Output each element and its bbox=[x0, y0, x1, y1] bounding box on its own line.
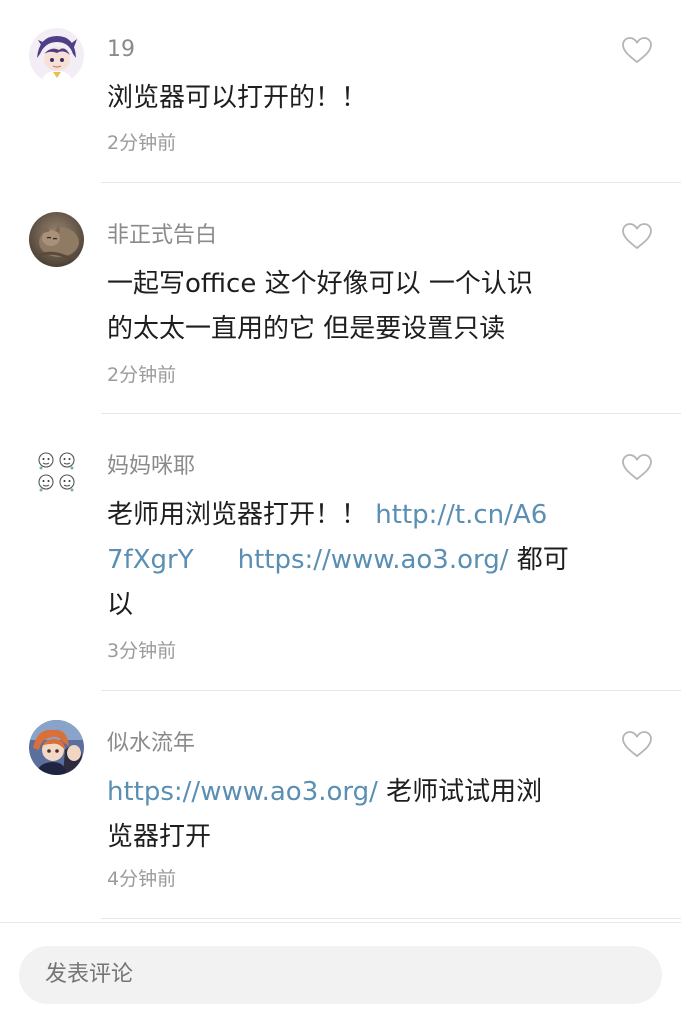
comment-timestamp: 4分钟前 bbox=[107, 868, 177, 890]
comment-link[interactable]: 7fXgrY bbox=[107, 545, 194, 575]
comment-link[interactable]: https://www.ao3.org/ bbox=[107, 777, 378, 807]
comment-username[interactable]: 妈妈咪耶 bbox=[107, 454, 195, 480]
comment-text-line: 老师用浏览器打开！！ http://t.cn/A6 bbox=[107, 493, 597, 538]
comment-username[interactable]: 19 bbox=[107, 37, 135, 63]
heart-outline-icon[interactable] bbox=[621, 730, 653, 758]
comment-username[interactable]: 非正式告白 bbox=[107, 223, 217, 249]
comment-divider bbox=[101, 918, 681, 919]
comment-text-line: 览器打开 bbox=[107, 815, 597, 860]
comment-text: 都可 bbox=[508, 545, 569, 575]
comment-text-line: 一起写office 这个好像可以 一个认识 bbox=[107, 262, 597, 307]
anime-character-orange-hair-avatar[interactable] bbox=[29, 720, 84, 775]
comment-timestamp: 2分钟前 bbox=[107, 364, 177, 386]
heart-outline-icon[interactable] bbox=[621, 222, 653, 250]
comment-text: 以 bbox=[107, 590, 134, 620]
comment-divider bbox=[101, 182, 681, 183]
comment-link[interactable]: http://t.cn/A6 bbox=[375, 500, 547, 530]
cartoon-faces-grid-avatar[interactable] bbox=[29, 443, 84, 498]
comment-username[interactable]: 似水流年 bbox=[107, 731, 195, 757]
comment-body: 一起写office 这个好像可以 一个认识 的太太一直用的它 但是要设置只读 bbox=[107, 262, 597, 352]
heart-outline-icon[interactable] bbox=[621, 36, 653, 64]
comment-text-line: 的太太一直用的它 但是要设置只读 bbox=[107, 307, 597, 352]
comment-body: 浏览器可以打开的！！ bbox=[107, 76, 597, 121]
comment-text: 浏览器可以打开的！！ bbox=[107, 83, 368, 113]
heart-outline-icon[interactable] bbox=[621, 453, 653, 481]
comment-link[interactable]: https://www.ao3.org/ bbox=[238, 545, 509, 575]
comment-text-line: 7fXgrY https://www.ao3.org/ 都可 bbox=[107, 538, 597, 583]
comment-text-line: https://www.ao3.org/ 老师试试用浏 bbox=[107, 770, 597, 815]
comment-input[interactable] bbox=[19, 946, 662, 1004]
comment-text-line: 以 bbox=[107, 583, 597, 628]
comment-timestamp: 2分钟前 bbox=[107, 132, 177, 154]
comment-divider bbox=[101, 413, 681, 414]
comment-text: 一起写office 这个好像可以 一个认识 bbox=[107, 269, 533, 299]
comment-divider bbox=[101, 690, 681, 691]
comment-timestamp: 3分钟前 bbox=[107, 640, 177, 662]
comment-text-line: 浏览器可以打开的！！ bbox=[107, 76, 597, 121]
anime-character-purple-hair-avatar[interactable] bbox=[29, 28, 84, 83]
comment-text: 览器打开 bbox=[107, 822, 212, 852]
comment-text: 的太太一直用的它 但是要设置只读 bbox=[107, 314, 506, 344]
cat-photo-avatar[interactable] bbox=[29, 212, 84, 267]
comment-text: 老师试试用浏 bbox=[377, 777, 543, 807]
comment-body: 老师用浏览器打开！！ http://t.cn/A6 7fXgrY https://w… bbox=[107, 493, 597, 628]
comment-body: https://www.ao3.org/ 老师试试用浏览器打开 bbox=[107, 770, 597, 860]
comment-text: 老师用浏览器打开！！ bbox=[107, 500, 376, 530]
comment-input-bar bbox=[0, 922, 681, 1025]
